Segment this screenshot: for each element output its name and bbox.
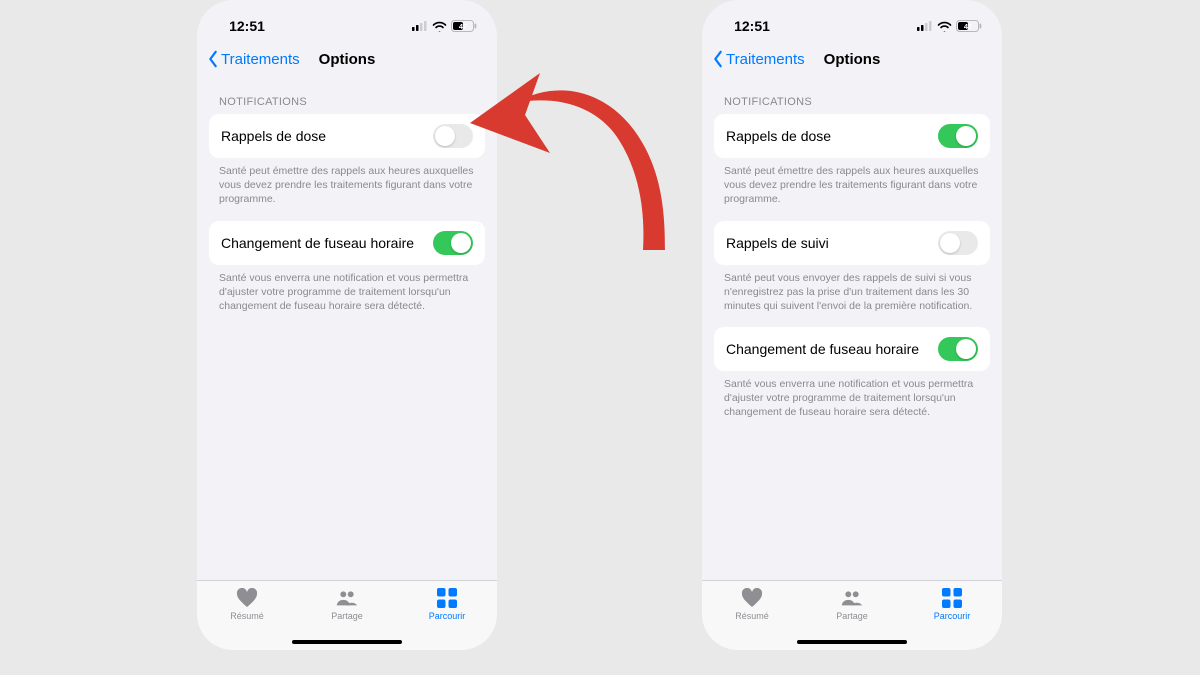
wifi-icon <box>937 21 952 32</box>
chevron-left-icon <box>207 50 219 68</box>
row-timezone-change[interactable]: Changement de fuseau horaire <box>714 327 990 371</box>
chevron-left-icon <box>712 50 724 68</box>
row-dose-reminders[interactable]: Rappels de dose <box>209 114 485 158</box>
status-bar: 12:51 47 <box>197 0 497 42</box>
section-header-notifications: Notifications <box>714 76 990 114</box>
nav-bar: Traitements Options <box>702 42 1002 76</box>
svg-text:47: 47 <box>459 22 467 31</box>
signal-icon <box>917 21 933 31</box>
row-timezone-change[interactable]: Changement de fuseau horaire <box>209 221 485 265</box>
section-header-notifications: Notifications <box>209 76 485 114</box>
row-followup-reminders[interactable]: Rappels de suivi <box>714 221 990 265</box>
tab-label: Résumé <box>230 611 264 621</box>
home-indicator[interactable] <box>797 640 907 644</box>
settings-content: Notifications Rappels de dose Santé peut… <box>197 76 497 580</box>
status-time: 12:51 <box>217 18 277 34</box>
row-footer-timezone: Santé vous enverra une notification et v… <box>714 371 990 434</box>
row-label: Rappels de suivi <box>726 235 829 251</box>
svg-text:47: 47 <box>964 22 972 31</box>
row-label: Changement de fuseau horaire <box>726 341 919 357</box>
people-icon <box>840 587 864 609</box>
grid-icon <box>435 587 459 609</box>
row-footer-timezone: Santé vous enverra une notification et v… <box>209 265 485 328</box>
tab-resume[interactable]: Résumé <box>702 581 802 650</box>
row-footer-followup: Santé peut vous envoyer des rappels de s… <box>714 265 990 328</box>
home-indicator[interactable] <box>292 640 402 644</box>
status-bar: 12:51 47 <box>702 0 1002 42</box>
row-footer-dose: Santé peut émettre des rappels aux heure… <box>209 158 485 221</box>
row-label: Changement de fuseau horaire <box>221 235 414 251</box>
tab-resume[interactable]: Résumé <box>197 581 297 650</box>
phone-left: 12:51 47 Traitements Options <box>197 0 497 650</box>
settings-content: Notifications Rappels de dose Santé peut… <box>702 76 1002 580</box>
people-icon <box>335 587 359 609</box>
phone-right: 12:51 47 Traitements Options Notifica <box>702 0 1002 650</box>
heart-icon <box>740 587 764 609</box>
status-icons: 47 <box>412 20 477 32</box>
toggle-followup[interactable] <box>938 231 978 255</box>
row-footer-dose: Santé peut émettre des rappels aux heure… <box>714 158 990 221</box>
back-label: Traitements <box>726 51 805 68</box>
tab-label: Parcourir <box>429 611 466 621</box>
tab-label: Résumé <box>735 611 769 621</box>
battery-icon: 47 <box>451 20 477 32</box>
back-button[interactable]: Traitements <box>207 50 300 68</box>
heart-icon <box>235 587 259 609</box>
toggle-dose[interactable] <box>433 124 473 148</box>
back-button[interactable]: Traitements <box>712 50 805 68</box>
tab-label: Partage <box>836 611 868 621</box>
signal-icon <box>412 21 428 31</box>
wifi-icon <box>432 21 447 32</box>
tab-label: Parcourir <box>934 611 971 621</box>
tab-parcourir[interactable]: Parcourir <box>397 581 497 650</box>
tab-parcourir[interactable]: Parcourir <box>902 581 1002 650</box>
status-time: 12:51 <box>722 18 782 34</box>
row-dose-reminders[interactable]: Rappels de dose <box>714 114 990 158</box>
row-label: Rappels de dose <box>221 128 326 144</box>
tab-label: Partage <box>331 611 363 621</box>
grid-icon <box>940 587 964 609</box>
status-icons: 47 <box>917 20 982 32</box>
nav-bar: Traitements Options <box>197 42 497 76</box>
toggle-timezone[interactable] <box>938 337 978 361</box>
battery-icon: 47 <box>956 20 982 32</box>
toggle-timezone[interactable] <box>433 231 473 255</box>
toggle-dose[interactable] <box>938 124 978 148</box>
row-label: Rappels de dose <box>726 128 831 144</box>
back-label: Traitements <box>221 51 300 68</box>
